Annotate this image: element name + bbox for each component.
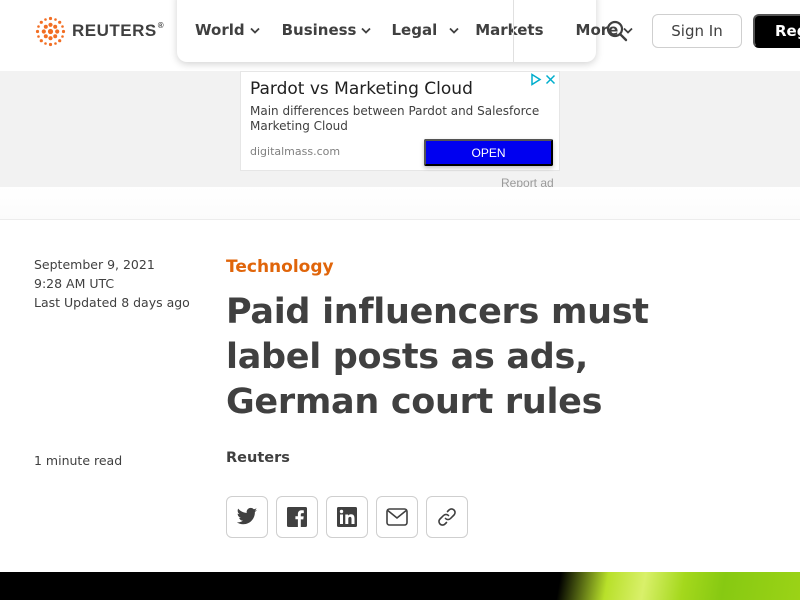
email-icon xyxy=(386,508,408,526)
nav-label: Legal xyxy=(391,21,438,39)
copy-link-button[interactable] xyxy=(426,496,468,538)
nav-item-world[interactable]: World xyxy=(195,20,260,40)
ad-open-button[interactable]: OPEN xyxy=(424,139,553,166)
chevron-down-icon xyxy=(249,27,260,34)
nav-item-business[interactable]: Business xyxy=(282,20,372,40)
link-icon xyxy=(438,508,456,526)
chevron-down-icon xyxy=(361,27,372,34)
linkedin-icon xyxy=(337,507,357,527)
ad-description: Main differences between Pardot and Sale… xyxy=(250,104,540,133)
article-date: September 9, 2021 xyxy=(34,257,155,272)
share-twitter-button[interactable] xyxy=(226,496,268,538)
ad-band: Pardot vs Marketing Cloud Main differenc… xyxy=(0,71,800,190)
article-time: 9:28 AM UTC xyxy=(34,276,115,291)
section-divider xyxy=(0,187,800,220)
search-button[interactable] xyxy=(605,19,629,43)
register-button[interactable]: Reg xyxy=(753,14,800,48)
ad-choices-icon xyxy=(531,73,542,86)
read-time: 1 minute read xyxy=(34,453,123,468)
article-author[interactable]: Reuters xyxy=(226,450,290,466)
nav-label: World xyxy=(195,21,245,39)
share-facebook-button[interactable] xyxy=(276,496,318,538)
article-headline: Paid influencers must label posts as ads… xyxy=(226,292,649,422)
ad-unit[interactable]: Pardot vs Marketing Cloud Main differenc… xyxy=(240,71,560,171)
close-icon xyxy=(545,74,556,85)
reuters-logo-icon xyxy=(35,16,66,46)
share-linkedin-button[interactable] xyxy=(326,496,368,538)
hero-image-top xyxy=(0,572,800,600)
search-icon xyxy=(606,20,628,42)
article-updated: Last Updated 8 days ago xyxy=(34,295,190,310)
logo-wordmark: REUTERS® xyxy=(72,21,165,40)
share-email-button[interactable] xyxy=(376,496,418,538)
ad-title[interactable]: Pardot vs Marketing Cloud xyxy=(250,79,473,99)
ad-domain: digitalmass.com xyxy=(250,145,341,158)
chevron-down-icon xyxy=(449,27,459,34)
main-nav: World Business Legal Markets More xyxy=(177,0,633,62)
reuters-logo[interactable]: REUTERS® xyxy=(34,15,164,47)
nav-label: Markets xyxy=(475,21,544,39)
nav-item-legal[interactable]: Legal xyxy=(391,20,459,40)
ad-close-button[interactable] xyxy=(543,72,558,87)
hero-image-highlight xyxy=(540,572,800,600)
site-header: REUTERS® World Business Legal Markets Mo… xyxy=(0,0,800,71)
twitter-icon xyxy=(236,507,258,525)
nav-divider xyxy=(513,0,514,62)
article-category-link[interactable]: Technology xyxy=(226,257,334,277)
ad-choices-button[interactable] xyxy=(528,72,543,87)
nav-label: Business xyxy=(281,21,357,39)
nav-item-markets[interactable]: Markets xyxy=(475,20,543,40)
facebook-icon xyxy=(287,507,307,527)
sign-in-button[interactable]: Sign In xyxy=(652,14,742,48)
